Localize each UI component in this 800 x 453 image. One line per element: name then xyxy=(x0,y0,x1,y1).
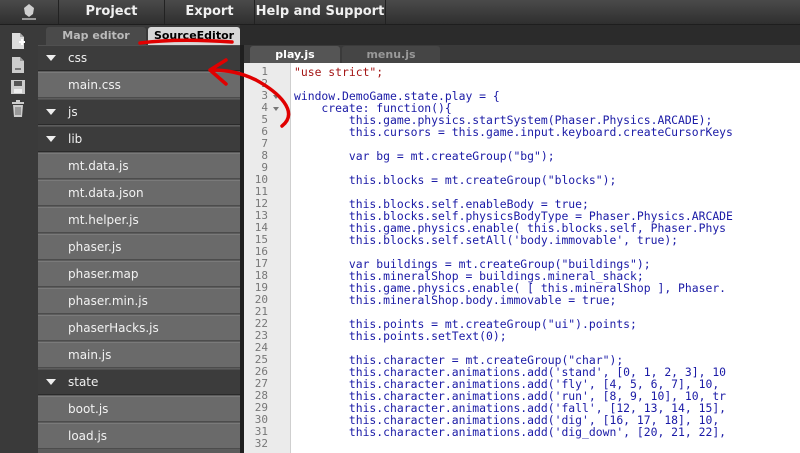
tree-file[interactable]: boot.js xyxy=(38,396,240,422)
save-icon[interactable] xyxy=(8,77,28,97)
tree-item-label: phaser.map xyxy=(68,267,139,281)
code-line: this.character.animations.add('dig_down'… xyxy=(294,425,727,439)
tree-file[interactable]: mt.helper.js xyxy=(38,207,240,233)
code-area[interactable]: "use strict"; window.DemoGame.state.play … xyxy=(291,63,800,453)
tree-item-label: mt.data.json xyxy=(68,186,144,200)
delete-icon[interactable] xyxy=(8,99,28,119)
tree-file[interactable]: phaser.js xyxy=(38,234,240,260)
editor-tab-play-js[interactable]: play.js xyxy=(250,46,340,63)
tree-item-label: state xyxy=(68,375,99,389)
menu-bar: Project Export Help and Support xyxy=(0,0,800,25)
tab-map-editor[interactable]: Map editor xyxy=(46,27,146,45)
tree-file[interactable]: phaser.min.js xyxy=(38,288,240,314)
tree-file[interactable]: mt.data.json xyxy=(38,180,240,206)
code-line: this.blocks.self.setAll('body.immovable'… xyxy=(294,233,679,247)
menu-project[interactable]: Project xyxy=(58,0,164,24)
chevron-down-icon[interactable] xyxy=(46,136,56,142)
tree-folder[interactable]: lib xyxy=(38,126,240,152)
tree-folder[interactable]: state xyxy=(38,369,240,395)
tree-item-label: main.js xyxy=(68,348,112,362)
tree-file[interactable]: main.css xyxy=(38,72,240,98)
code-line: this.blocks = mt.createGroup("blocks"); xyxy=(294,173,617,187)
tree-item-label: lib xyxy=(68,132,83,146)
chevron-down-icon[interactable] xyxy=(46,379,56,385)
tree-item-label: phaser.min.js xyxy=(68,294,148,308)
tree-item-label: mt.helper.js xyxy=(68,213,139,227)
fold-arrow-icon[interactable] xyxy=(273,95,279,99)
tree-item-label: main.css xyxy=(68,78,121,92)
menu-help-and-support[interactable]: Help and Support xyxy=(254,0,386,24)
tree-folder[interactable]: js xyxy=(38,99,240,125)
code-line: "use strict"; xyxy=(294,65,384,79)
tree-item-label: boot.js xyxy=(68,402,109,416)
editor-tab-menu-js[interactable]: menu.js xyxy=(342,46,440,63)
tree-file[interactable]: mt.data.js xyxy=(38,153,240,179)
app-logo-icon xyxy=(0,0,58,24)
tree-item-label: load.js xyxy=(68,429,108,443)
menu-export[interactable]: Export xyxy=(164,0,254,24)
code-line: this.points.setText(0); xyxy=(294,329,507,343)
new-file-icon[interactable] xyxy=(8,31,28,51)
file-toolbar xyxy=(0,25,39,453)
editor-tabs: play.js menu.js xyxy=(244,45,800,64)
line-number: 32 xyxy=(254,437,268,450)
tree-item-label: phaser.js xyxy=(68,240,122,254)
chevron-down-icon[interactable] xyxy=(46,55,56,61)
tree-file[interactable]: phaserHacks.js xyxy=(38,315,240,341)
chevron-down-icon[interactable] xyxy=(46,109,56,115)
code-line: var bg = mt.createGroup("bg"); xyxy=(294,149,555,163)
tree-file[interactable]: main.js xyxy=(38,342,240,368)
tree-file[interactable]: phaser.map xyxy=(38,261,240,287)
tree-item-label: js xyxy=(68,105,78,119)
tree-file[interactable]: load.js xyxy=(38,423,240,449)
panel-tabs: Map editor SourceEditor xyxy=(38,25,240,45)
tree-folder[interactable]: css xyxy=(38,45,240,71)
code-line: this.mineralShop.body.immovable = true; xyxy=(294,293,617,307)
file-tree: css main.css js lib mt.data.js mt.data.json mt… xyxy=(38,45,240,453)
tree-item-label: mt.data.js xyxy=(68,159,129,173)
line-number-gutter: 1 2 3 4 5 6 7 8 9 10 11 12 13 14 15 16 17 18 19 20 21 22 23 24 2… xyxy=(244,63,291,453)
new-folder-icon[interactable] xyxy=(8,55,28,75)
tree-item-label: phaserHacks.js xyxy=(68,321,159,335)
tab-source-editor[interactable]: SourceEditor xyxy=(148,27,240,45)
tree-item-label: css xyxy=(68,51,88,65)
fold-arrow-icon[interactable] xyxy=(273,107,279,111)
code-line: this.cursors = this.game.input.keyboard.… xyxy=(294,125,733,139)
